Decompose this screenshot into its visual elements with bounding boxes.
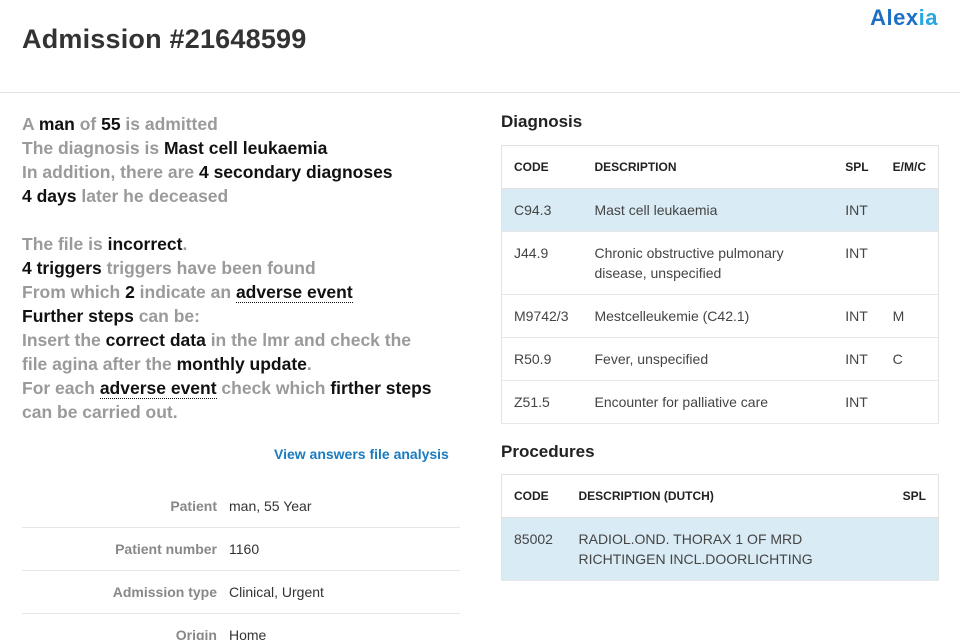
cell-description: Encounter for palliative care (582, 380, 834, 424)
col-emc[interactable]: E/M/C (880, 145, 939, 189)
cell-code: R50.9 (501, 337, 583, 381)
page-title: Admission #21648599 (22, 24, 307, 54)
table-header-row: CODE DESCRIPTION SPL E/M/C (501, 145, 939, 189)
cell-code: C94.3 (501, 188, 583, 232)
info-row-patient: Patient man, 55 Year (22, 485, 460, 528)
cell-spl: INT (833, 231, 881, 295)
diagnosis-title: Diagnosis (501, 112, 583, 131)
info-label: Admission type (112, 584, 217, 600)
diagnosis-table: CODE DESCRIPTION SPL E/M/C C94.3 Mast ce… (501, 145, 939, 424)
header: Admission #21648599 Alexia (0, 0, 960, 93)
adverse-event-link[interactable]: adverse event (235, 282, 353, 303)
summary-line: A man of 55 is admitted (22, 114, 218, 134)
cell-code: Z51.5 (501, 380, 583, 424)
summary-line: can be carried out. (22, 402, 178, 422)
info-value: man, 55 Year (229, 498, 312, 514)
info-value: 1160 (229, 541, 260, 557)
patient-info: Patient man, 55 Year Patient number 1160 A… (22, 485, 460, 640)
cell-emc (880, 188, 939, 232)
summary-gap (22, 208, 472, 232)
procedures-title: Procedures (501, 442, 595, 461)
info-label: Patient (170, 498, 217, 514)
col-spl[interactable]: SPL (833, 145, 881, 189)
logo-main: Alex (870, 5, 919, 30)
cell-description: Mast cell leukaemia (582, 188, 834, 232)
cell-code: 85002 (501, 517, 567, 581)
cell-spl: INT (833, 188, 881, 232)
summary-line: For each adverse event check which firth… (22, 378, 432, 399)
table-row[interactable]: C94.3 Mast cell leukaemia INT (501, 188, 939, 232)
cell-code: M9742/3 (501, 294, 583, 338)
view-answers-link[interactable]: View answers file analysis (274, 446, 449, 462)
cell-code: J44.9 (501, 231, 583, 295)
table-row[interactable]: M9742/3 Mestcelleukemie (C42.1) INT M (501, 294, 939, 338)
col-code[interactable]: CODE (501, 145, 583, 189)
summary-line: From which 2 indicate an adverse event (22, 282, 353, 303)
summary-line: 4 days later he deceased (22, 186, 229, 206)
table-row[interactable]: J44.9 Chronic obstructive pulmonary dise… (501, 231, 939, 295)
cell-emc (880, 380, 939, 424)
cell-description: Fever, unspecified (582, 337, 834, 381)
cell-emc (880, 231, 939, 295)
cell-description: Chronic obstructive pulmonary disease, u… (582, 231, 834, 295)
cell-emc: M (880, 294, 939, 338)
summary-line: The file is incorrect. (22, 234, 188, 254)
alexia-logo[interactable]: Alexia (870, 5, 938, 31)
info-label: Origin (175, 627, 217, 640)
col-description[interactable]: DESCRIPTION (582, 145, 834, 189)
info-row-admission-type: Admission type Clinical, Urgent (22, 571, 460, 614)
table-header-row: CODE DESCRIPTION (DUTCH) SPL (501, 474, 939, 518)
summary-line: file agina after the monthly update. (22, 354, 312, 374)
table-row[interactable]: 85002 RADIOL.OND. THORAX 1 OF MRD RICHTI… (501, 517, 939, 581)
info-row-patient-number: Patient number 1160 (22, 528, 460, 571)
col-description-dutch[interactable]: DESCRIPTION (DUTCH) (566, 474, 891, 518)
summary-line: 4 triggers triggers have been found (22, 258, 316, 278)
table-row[interactable]: Z51.5 Encounter for palliative care INT (501, 380, 939, 424)
info-row-origin: Origin Home (22, 614, 460, 640)
col-spl[interactable]: SPL (890, 474, 939, 518)
summary-line: Further steps can be: (22, 306, 200, 326)
col-code[interactable]: CODE (501, 474, 567, 518)
info-value: Clinical, Urgent (229, 584, 324, 600)
cell-spl: INT (833, 294, 881, 338)
cell-description: Mestcelleukemie (C42.1) (582, 294, 834, 338)
summary-line: The diagnosis is Mast cell leukaemia (22, 138, 328, 158)
cell-description: RADIOL.OND. THORAX 1 OF MRD RICHTINGEN I… (566, 517, 891, 581)
procedures-table: CODE DESCRIPTION (DUTCH) SPL 85002 RADIO… (501, 474, 939, 581)
table-row[interactable]: R50.9 Fever, unspecified INT C (501, 337, 939, 381)
summary-line: In addition, there are 4 secondary diagn… (22, 162, 393, 182)
cell-spl: INT (833, 337, 881, 381)
admission-summary: A man of 55 is admitted The diagnosis is… (22, 112, 472, 424)
cell-emc: C (880, 337, 939, 381)
cell-spl: INT (833, 380, 881, 424)
cell-spl (890, 517, 939, 581)
info-value: Home (229, 627, 267, 640)
logo-accent: ia (918, 5, 938, 30)
info-label: Patient number (115, 541, 217, 557)
summary-line: Insert the correct data in the lmr and c… (22, 330, 412, 350)
adverse-event-link[interactable]: adverse event (99, 378, 217, 399)
